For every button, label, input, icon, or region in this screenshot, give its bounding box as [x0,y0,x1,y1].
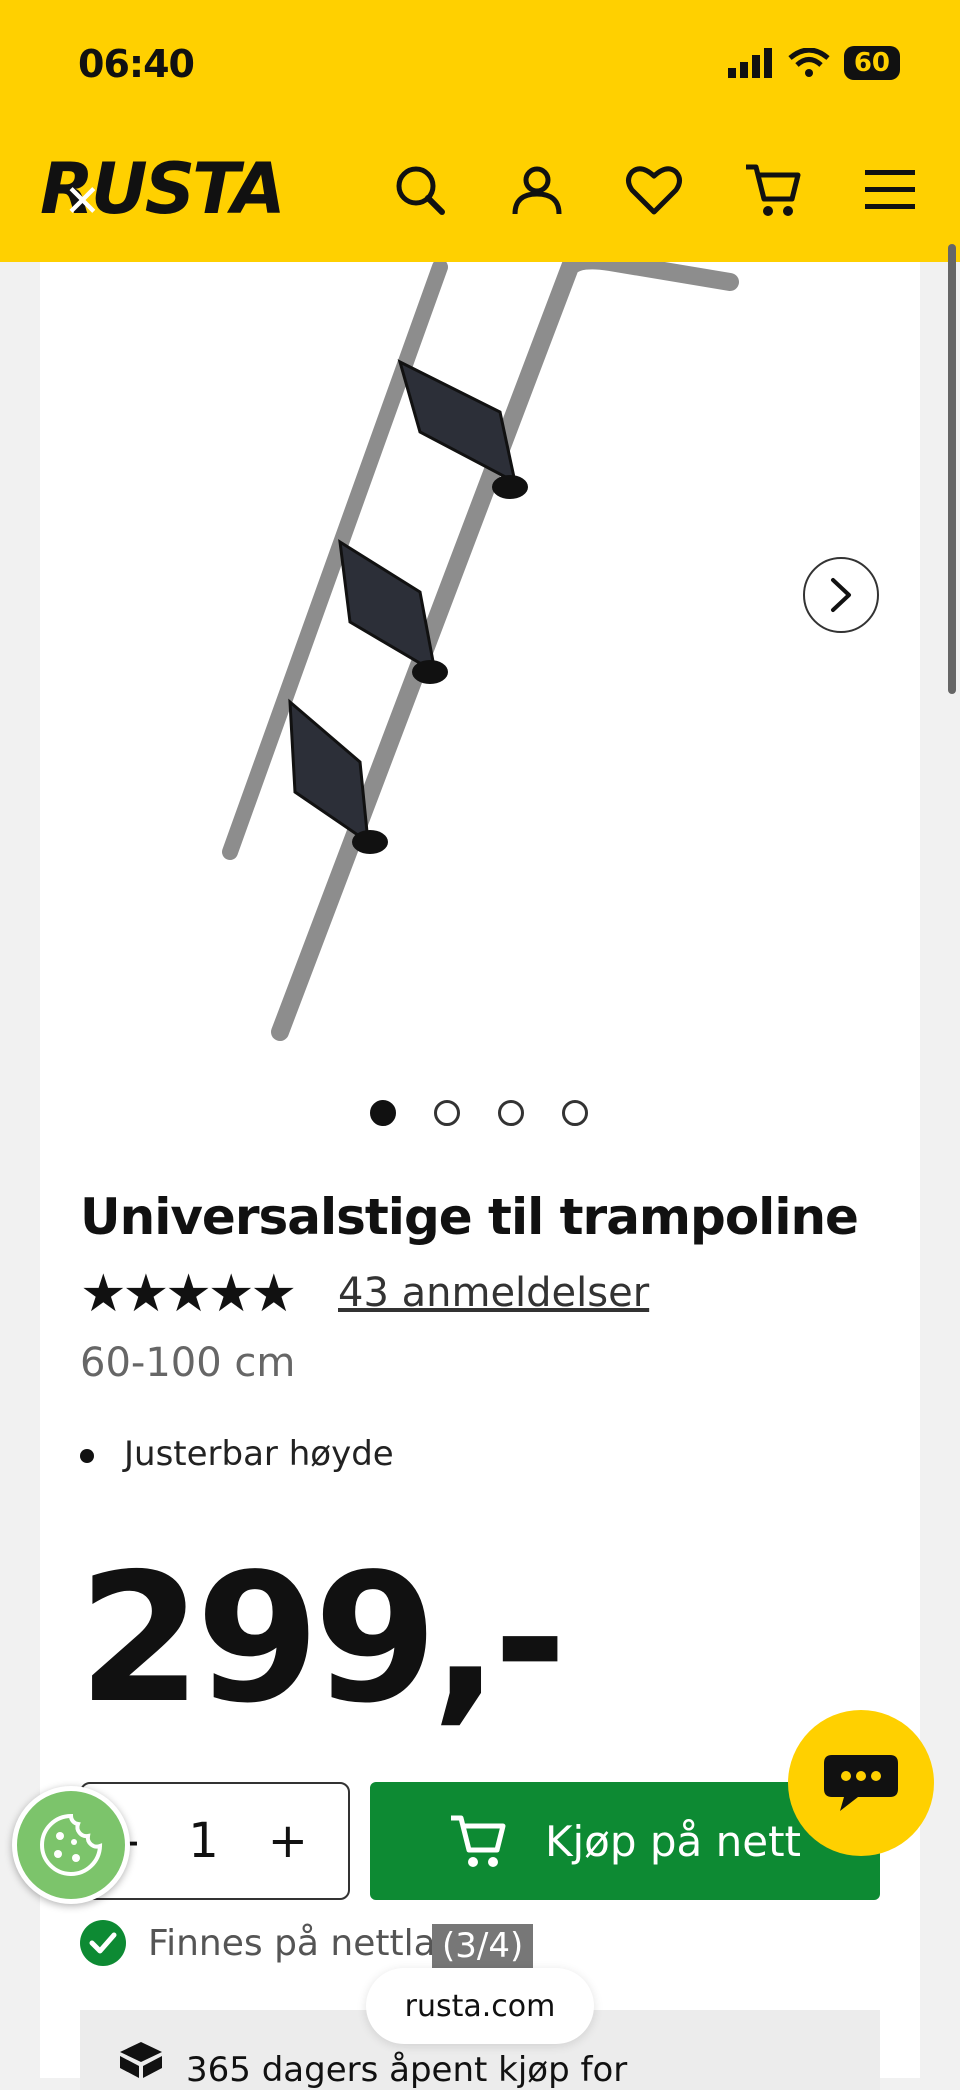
close-icon[interactable]: ✕ [64,176,101,227]
status-icons: 60 [727,46,900,80]
product-image-ladder[interactable] [190,262,750,1062]
signal-icon [727,48,772,78]
browser-url-bar[interactable]: rusta.com [366,1968,594,2044]
menu-icon[interactable] [858,158,922,222]
gallery-dot-4[interactable] [562,1100,588,1126]
chat-button[interactable] [788,1710,934,1856]
gallery-pagination [370,1100,588,1126]
search-icon[interactable] [388,158,452,222]
gallery-next-button[interactable] [803,557,879,633]
status-time: 06:40 [78,42,195,86]
cookie-icon [40,1813,103,1876]
gallery-dot-1[interactable] [370,1100,396,1126]
cart-icon [450,1815,506,1867]
reviews-link[interactable]: 43 anmeldelser [338,1270,649,1316]
buy-online-label: Kjøp på nett [544,1816,802,1866]
page-counter: (3/4) [432,1924,534,1968]
wifi-icon [788,48,830,77]
gallery-dot-2[interactable] [434,1100,460,1126]
qty-value[interactable]: 1 [188,1813,219,1869]
heart-icon[interactable] [622,158,686,222]
top-header: 06:40 60 RUSTA ✕ [0,0,960,262]
account-icon[interactable] [505,158,569,222]
product-title: Universalstige til trampoline [80,1188,859,1246]
qty-increase-button[interactable]: + [268,1813,308,1869]
product-price: 299,- [78,1535,567,1742]
product-size: 60-100 cm [80,1340,296,1386]
chevron-right-icon [831,578,851,612]
scrollbar[interactable] [948,244,956,694]
battery-indicator: 60 [843,46,900,80]
chat-bubble-icon [824,1755,898,1811]
checkmark-icon [80,1920,126,1966]
cart-icon[interactable] [742,158,806,222]
feature-item: Justerbar høyde [80,1434,394,1474]
gallery-dot-3[interactable] [498,1100,524,1126]
rating-stars: ★★★★★ [80,1264,297,1324]
open-purchase-text: 365 dagers åpent kjøp for [186,2050,628,2090]
box-icon [120,2042,162,2078]
cookie-settings-button[interactable] [12,1786,130,1904]
